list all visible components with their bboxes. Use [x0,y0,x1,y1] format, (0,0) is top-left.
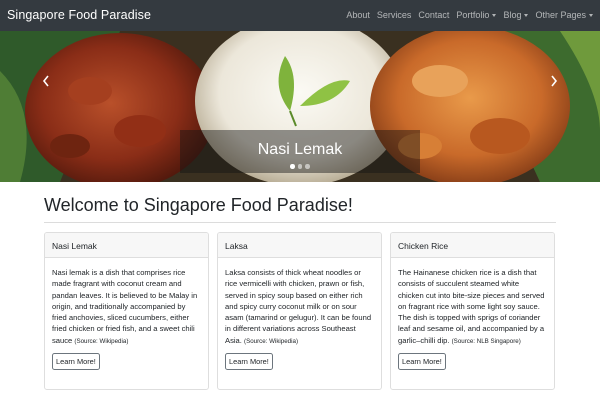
card-description: The Hainanese chicken rice is a dish tha… [398,268,545,345]
caret-down-icon [589,13,593,17]
card-text: Nasi lemak is a dish that comprises rice… [52,267,200,347]
card-header: Laksa [218,233,381,258]
carousel-indicator-3[interactable] [305,164,310,169]
card-header: Nasi Lemak [45,233,208,258]
caret-down-icon [492,13,497,17]
nav-link-label: About [346,10,370,20]
nav-dropdown-other-pages[interactable]: Other Pages [535,10,593,20]
nav-links: About Services Contact Portfolio Blog Ot… [339,10,593,20]
carousel-caption: Nasi Lemak [257,141,343,158]
carousel-indicator-1[interactable] [290,164,295,169]
card-chicken-rice: Chicken Rice The Hainanese chicken rice … [390,232,555,390]
card-body: The Hainanese chicken rice is a dish tha… [391,258,554,371]
carousel-indicator-2[interactable] [297,164,303,169]
carousel-prev-button[interactable] [33,71,59,91]
navbar-brand[interactable]: Singapore Food Paradise [7,8,151,22]
hero-carousel[interactable]: Nasi Lemak [0,31,600,182]
card-body: Laksa consists of thick wheat noodles or… [218,258,381,371]
card-body: Nasi lemak is a dish that comprises rice… [45,258,208,371]
card-source: (Source: NLB Singapore) [451,337,521,345]
nav-dropdown-portfolio[interactable]: Portfolio [456,10,497,20]
card-nasi-lemak: Nasi Lemak Nasi lemak is a dish that com… [44,232,209,390]
learn-more-button[interactable]: Learn More! [225,353,273,371]
card-header: Chicken Rice [391,233,554,258]
nav-link-label: Services [376,10,412,20]
page-heading: Welcome to Singapore Food Paradise! [44,195,353,215]
top-navbar: Singapore Food Paradise About Services C… [0,0,600,31]
nav-dropdown-blog[interactable]: Blog [503,10,529,20]
nav-link-label: Blog [503,10,522,20]
carousel-next-button[interactable] [541,71,567,91]
card-source: (Source: Wikipedia) [74,337,129,345]
chevron-left-icon [42,75,49,87]
learn-more-button[interactable]: Learn More! [52,353,100,371]
card-source: (Source: Wikipedia) [244,337,299,345]
caret-down-icon [524,13,529,17]
nav-link-contact[interactable]: Contact [418,10,449,20]
learn-more-button[interactable]: Learn More! [398,353,446,371]
card-text: Laksa consists of thick wheat noodles or… [225,267,373,347]
nav-link-label: Portfolio [456,10,490,20]
card-description: Nasi lemak is a dish that comprises rice… [52,268,198,345]
nav-link-about[interactable]: About [346,10,370,20]
nav-link-services[interactable]: Services [377,10,412,20]
heading-divider [44,222,556,223]
nav-link-label: Other Pages [535,10,586,20]
card-text: The Hainanese chicken rice is a dish tha… [398,267,546,347]
card-laksa: Laksa Laksa consists of thick wheat nood… [217,232,382,390]
chevron-right-icon [551,75,558,87]
card-description: Laksa consists of thick wheat noodles or… [225,268,372,345]
nav-link-label: Contact [418,10,450,20]
carousel-indicators [0,164,600,169]
